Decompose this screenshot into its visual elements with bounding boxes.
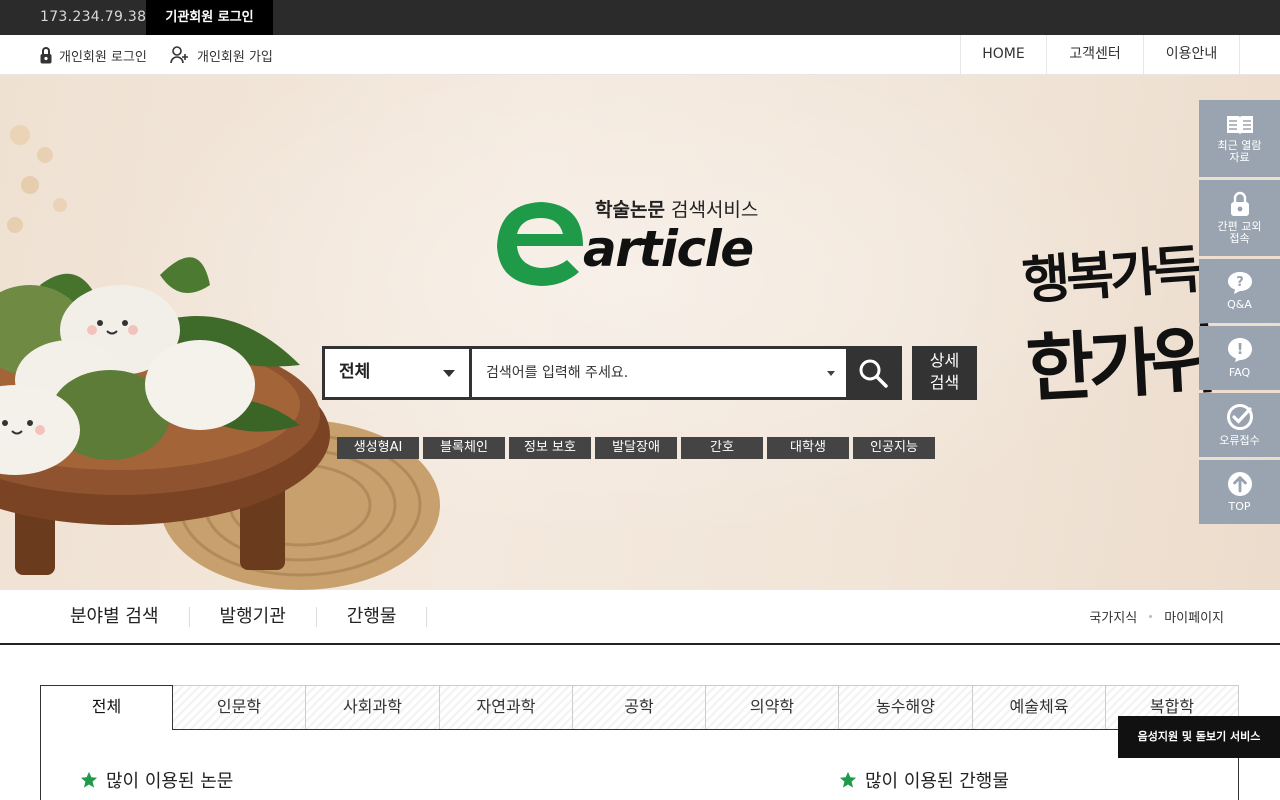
e-logo-mark	[497, 202, 583, 286]
star-icon	[80, 771, 98, 788]
quick-faq[interactable]: ! FAQ	[1199, 326, 1280, 390]
quick-faq-label: FAQ	[1228, 366, 1251, 379]
quick-recent-viewed[interactable]: 최근 열람 자료	[1199, 100, 1280, 177]
svg-text:!: !	[1236, 340, 1243, 358]
tab-engineering[interactable]: 공학	[573, 685, 706, 730]
keyword-chip[interactable]: 인공지능	[853, 437, 935, 459]
nav-field-search[interactable]: 분야별 검색	[40, 606, 190, 627]
logo-tag-bold: 학술논문	[595, 199, 665, 221]
nav-guide[interactable]: 이용안내	[1143, 35, 1240, 75]
quick-error-label: 오류접수	[1219, 434, 1260, 447]
keyword-chip[interactable]: 정보 보호	[509, 437, 591, 459]
quick-offcampus-access[interactable]: 간편 교외접속	[1199, 180, 1280, 256]
quick-recent-label: 최근 열람 자료	[1217, 138, 1262, 164]
lock-icon	[1230, 191, 1249, 216]
question-bubble-icon: ?	[1227, 272, 1252, 294]
institution-login-link[interactable]: 기관회원 로그인	[146, 0, 273, 35]
advanced-search-button[interactable]: 상세 검색	[912, 346, 977, 400]
quick-qna[interactable]: ? Q&A	[1199, 259, 1280, 323]
search-icon	[859, 359, 888, 388]
logo-word: article	[583, 220, 754, 278]
star-icon	[839, 771, 857, 788]
quick-offcampus-label: 간편 교외접속	[1217, 220, 1262, 245]
subject-tabs: 전체 인문학 사회과학 자연과학 공학 의약학 농수해양 예술체육 복합학	[40, 685, 1239, 730]
quick-top-label: TOP	[1228, 500, 1251, 513]
search-history-toggle[interactable]	[822, 349, 846, 397]
separator-dot	[1149, 615, 1153, 618]
svg-text:?: ?	[1236, 275, 1244, 290]
popular-journals-heading: 많이 이용된 간행물	[839, 767, 1009, 793]
nav-customer-center[interactable]: 고객센터	[1046, 35, 1143, 75]
calligraphy-line1: 행복가득	[1020, 239, 1200, 313]
search-button[interactable]	[846, 349, 899, 397]
personal-login-link[interactable]: 개인회원 로그인	[40, 35, 147, 75]
nav-publisher[interactable]: 발행기관	[190, 606, 317, 627]
quick-menu: 최근 열람 자료 간편 교외접속 ? Q&A ! FAQ 오류접수 TOP	[1199, 100, 1280, 527]
top-bar: 173.234.79.38 기관회원 로그인	[0, 0, 1280, 35]
personal-join-link[interactable]: 개인회원 가입	[170, 35, 273, 75]
popular-papers-heading: 많이 이용된 논문	[80, 767, 233, 793]
tab-agriculture-fisheries[interactable]: 농수해양	[839, 685, 973, 730]
quick-qna-label: Q&A	[1227, 298, 1252, 311]
national-knowledge-link[interactable]: 국가지식	[1089, 607, 1137, 626]
songpyeon-plate-image	[0, 125, 440, 590]
user-bar: 개인회원 로그인 개인회원 가입 HOME 고객센터 이용안내	[0, 35, 1280, 75]
tab-humanities[interactable]: 인문학	[173, 685, 306, 730]
earticle-logo[interactable]: 학술논문 검색서비스 article	[495, 190, 795, 286]
chevron-down-icon	[443, 370, 455, 377]
keyword-chip[interactable]: 블록체인	[423, 437, 505, 459]
exclamation-bubble-icon: !	[1227, 338, 1252, 362]
keyword-chip[interactable]: 대학생	[767, 437, 849, 459]
search-bar: 전체	[322, 346, 902, 400]
search-scope-value: 전체	[339, 362, 371, 382]
logo-tag: 검색서비스	[664, 199, 759, 221]
hero-banner: 행복가득 한가위 학술논문 검색서비스 article 전체 상세 검색	[0, 75, 1280, 590]
tab-medicine[interactable]: 의약학	[706, 685, 839, 730]
keyword-chip[interactable]: 생성형AI	[337, 437, 419, 459]
search-input[interactable]	[472, 349, 822, 397]
personal-join-label: 개인회원 가입	[197, 49, 273, 65]
tab-social-science[interactable]: 사회과학	[306, 685, 440, 730]
calligraphy-line2: 한가위	[1024, 317, 1215, 413]
lock-icon	[40, 47, 52, 64]
quick-top[interactable]: TOP	[1199, 460, 1280, 524]
book-icon	[1226, 115, 1253, 135]
check-circle-icon	[1226, 404, 1253, 430]
quick-error-report[interactable]: 오류접수	[1199, 393, 1280, 457]
search-scope-select[interactable]: 전체	[325, 349, 472, 397]
keyword-chip[interactable]: 발달장애	[595, 437, 677, 459]
top-nav: HOME 고객센터 이용안내	[960, 35, 1240, 75]
mypage-link[interactable]: 마이페이지	[1164, 607, 1224, 626]
voice-magnifier-service-button[interactable]: 음성지원 및 돋보기 서비스	[1118, 716, 1280, 758]
add-user-icon	[170, 46, 188, 64]
ip-address: 173.234.79.38	[40, 9, 147, 25]
keyword-chip[interactable]: 간호	[681, 437, 763, 459]
caret-down-icon	[827, 371, 835, 376]
tab-natural-science[interactable]: 자연과학	[440, 685, 573, 730]
category-nav: 분야별 검색 발행기관 간행물 국가지식 마이페이지	[0, 590, 1280, 645]
nav-journals[interactable]: 간행물	[317, 606, 428, 627]
advanced-search-line2: 검색	[929, 373, 960, 392]
keyword-chips: 생성형AI 블록체인 정보 보호 발달장애 간호 대학생 인공지능	[337, 437, 939, 459]
tab-all[interactable]: 전체	[40, 685, 173, 730]
tab-arts-sports[interactable]: 예술체육	[973, 685, 1106, 730]
nav-home[interactable]: HOME	[960, 35, 1046, 75]
personal-login-label: 개인회원 로그인	[59, 49, 147, 65]
arrow-up-circle-icon	[1227, 472, 1252, 496]
advanced-search-line1: 상세	[929, 351, 960, 370]
